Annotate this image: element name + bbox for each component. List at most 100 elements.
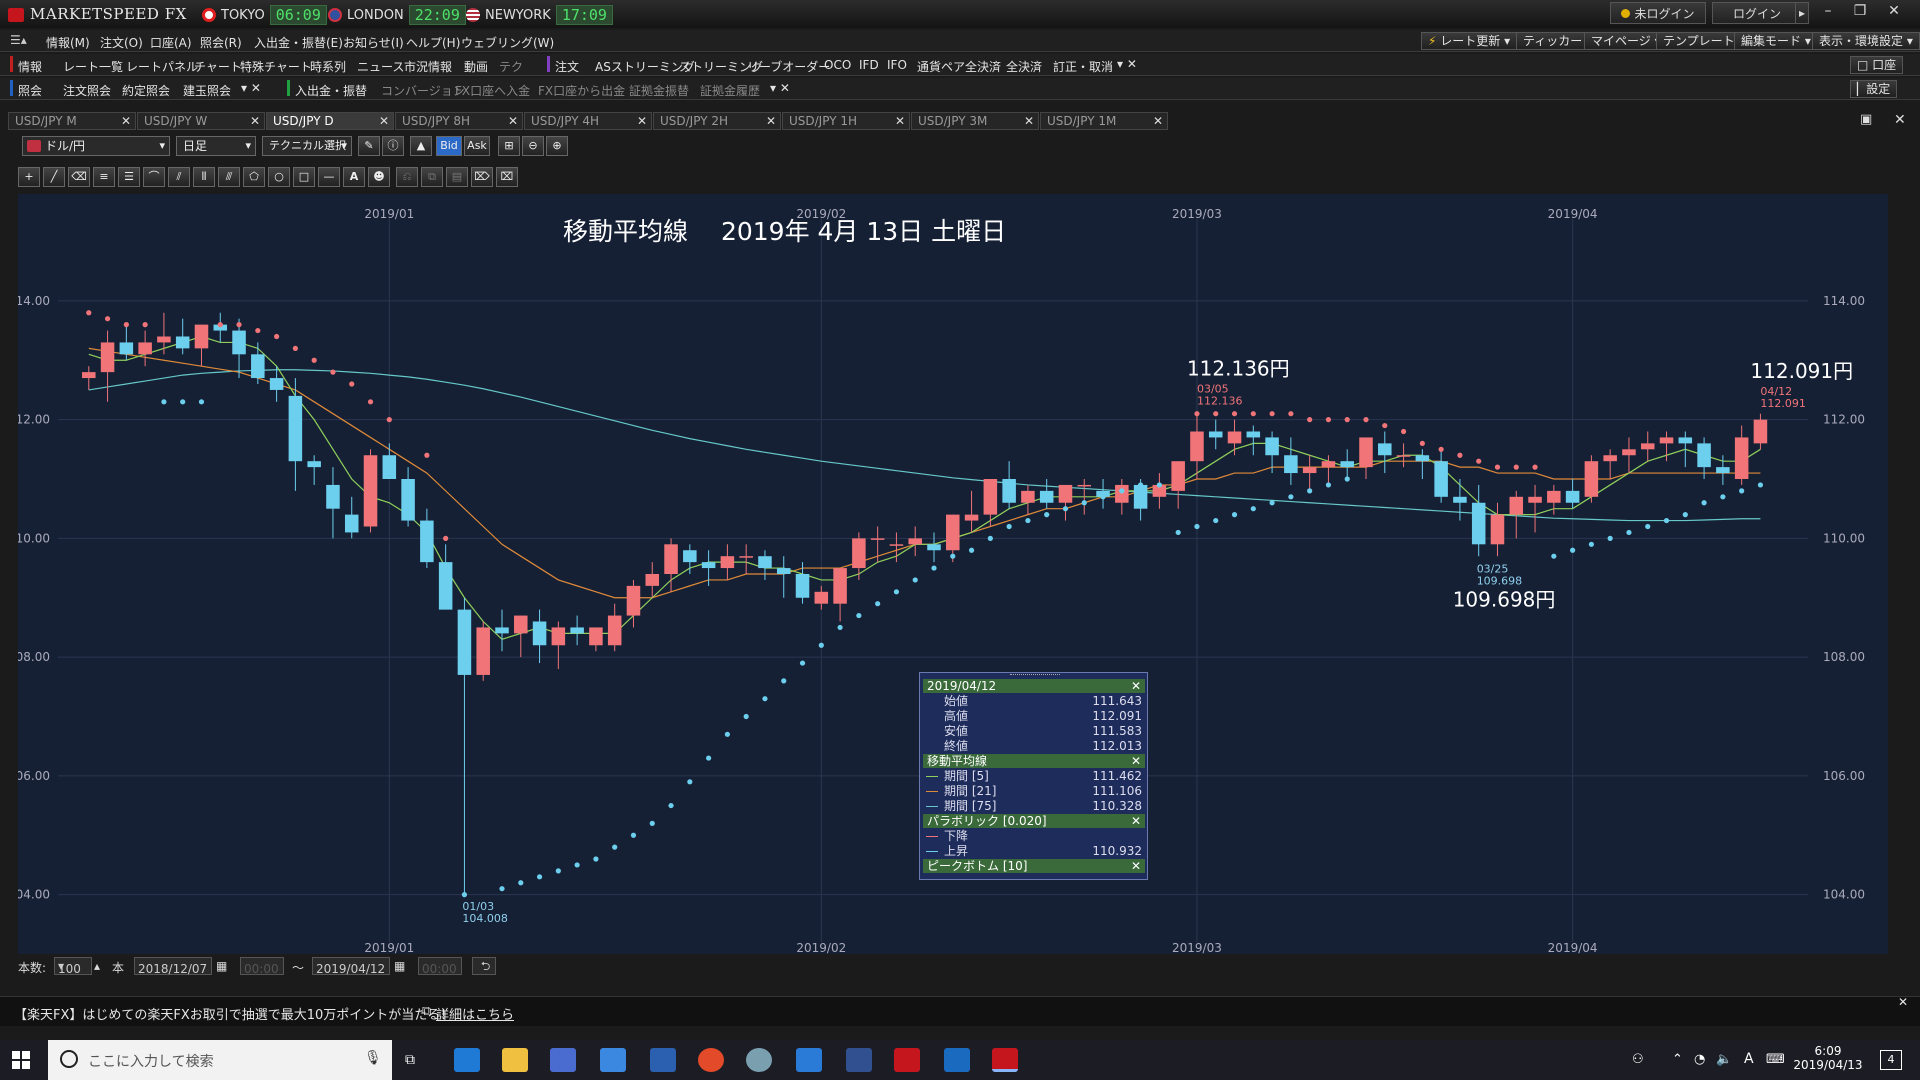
- tab-usdjpy-8h[interactable]: USD/JPY 8H ✕: [395, 112, 523, 130]
- toolbar-all-settle[interactable]: 全決済: [1006, 58, 1042, 75]
- to-date-input[interactable]: 2019/04/12: [312, 957, 390, 976]
- login-arrow-button[interactable]: ▸: [1795, 2, 1809, 24]
- toolbar-deposit-fx[interactable]: FX口座へ入金: [455, 82, 530, 99]
- login-button[interactable]: ログイン: [1712, 2, 1802, 24]
- menu-item-info[interactable]: 情報(M): [46, 34, 90, 51]
- close-icon[interactable]: ✕: [1131, 814, 1141, 828]
- tab-usdjpy-3m[interactable]: USD/JPY 3M ✕: [911, 112, 1039, 130]
- toolbar-timeseries[interactable]: 時系列: [310, 58, 346, 75]
- tray-up-icon[interactable]: ⌃: [1672, 1052, 1683, 1067]
- close-icon[interactable]: ✕: [895, 113, 905, 129]
- calculator-icon[interactable]: [550, 1048, 576, 1072]
- calendar-icon[interactable]: ▦: [216, 959, 227, 973]
- microphone-icon[interactable]: 🎙: [364, 1050, 382, 1066]
- marketspeed-icon[interactable]: [894, 1048, 920, 1072]
- restore-icon[interactable]: ❐: [1844, 0, 1876, 22]
- ask-button[interactable]: Ask: [464, 136, 490, 156]
- drag-handle[interactable]: [1010, 674, 1060, 677]
- toolbar-special-chart[interactable]: 特殊チャート: [240, 58, 312, 75]
- toolbar-oco[interactable]: OCO: [824, 58, 851, 72]
- ime-indicator[interactable]: A: [1744, 1051, 1754, 1067]
- menu-item-account[interactable]: 口座(A): [150, 34, 192, 51]
- calendar-icon[interactable]: ▦: [394, 959, 405, 973]
- return-icon[interactable]: ⮌: [472, 957, 496, 975]
- login-status-button[interactable]: 未ログイン: [1610, 2, 1706, 24]
- search-box[interactable]: ここに入力して検索 🎙: [48, 1040, 392, 1080]
- menu-item-deposit[interactable]: 入出金・振替(E): [254, 34, 343, 51]
- bid-button[interactable]: Bid: [436, 136, 462, 156]
- toolbar-margin-history[interactable]: 証拠金履歴: [700, 82, 760, 99]
- menu-item-order[interactable]: 注文(O): [100, 34, 143, 51]
- task-view-icon[interactable]: ⧉: [405, 1052, 415, 1068]
- toolbar-withdraw-fx[interactable]: FX口座から出金: [538, 82, 625, 99]
- clock[interactable]: 6:09 2019/04/13: [1790, 1044, 1866, 1072]
- tab-usdjpy-m[interactable]: USD/JPY M ✕: [8, 112, 136, 130]
- tab-usdjpy-2h[interactable]: USD/JPY 2H ✕: [653, 112, 781, 130]
- from-date-input[interactable]: 2018/12/07: [134, 957, 212, 976]
- tab-usdjpy-d[interactable]: USD/JPY D ✕: [266, 112, 394, 130]
- edit-mode-button[interactable]: 編集モード ▾: [1734, 32, 1818, 50]
- menu-collapse-icon[interactable]: ☰▴: [10, 33, 27, 47]
- delete-all-icon[interactable]: ⌧: [496, 167, 518, 187]
- toolbar-market-info[interactable]: 市況情報: [404, 58, 452, 75]
- marketspeed-active-icon[interactable]: [992, 1048, 1018, 1072]
- trendline-icon[interactable]: ╱: [43, 167, 65, 187]
- tab-usdjpy-w[interactable]: USD/JPY W ✕: [137, 112, 265, 130]
- close-icon[interactable]: ✕: [250, 113, 260, 129]
- tab-usdjpy-1m[interactable]: USD/JPY 1M ✕: [1040, 112, 1168, 130]
- settings-button[interactable]: ▏設定: [1850, 80, 1898, 98]
- technical-select[interactable]: テクニカル選択: [262, 136, 352, 156]
- toolbar-leave-order[interactable]: リーブオーダー: [747, 58, 830, 75]
- edge-icon[interactable]: [796, 1048, 822, 1072]
- menu-item-inquiry[interactable]: 照会(R): [200, 34, 242, 51]
- news-link[interactable]: 詳細はこちら: [436, 1004, 514, 1023]
- pen-icon[interactable]: ✎: [358, 136, 380, 156]
- delete-icon[interactable]: ⌦: [471, 167, 493, 187]
- fan-icon[interactable]: ⫽: [168, 167, 190, 187]
- close-chart-icon[interactable]: ✕: [1894, 112, 1906, 128]
- outlook-icon[interactable]: [944, 1048, 970, 1072]
- explorer-icon[interactable]: [502, 1048, 528, 1072]
- notification-icon[interactable]: 4: [1880, 1050, 1902, 1070]
- polygon-icon[interactable]: ⬠: [243, 167, 265, 187]
- toolbar-order-inquiry[interactable]: 注文照会: [63, 82, 111, 99]
- menu-item-webring[interactable]: ウェブリング(W): [461, 34, 554, 51]
- toolbar-margin-transfer[interactable]: 証拠金振替: [629, 82, 689, 99]
- minimize-icon[interactable]: –: [1812, 0, 1844, 22]
- toolbar-deposit-label[interactable]: 入出金・振替: [295, 82, 367, 99]
- hline-icon[interactable]: —: [318, 167, 340, 187]
- toolbar-info-label[interactable]: 情報: [18, 58, 42, 75]
- copy-icon[interactable]: ⧉: [421, 167, 443, 187]
- close-icon[interactable]: ✕: [508, 113, 518, 129]
- word-icon[interactable]: [650, 1048, 676, 1072]
- volume-icon[interactable]: 🔈: [1716, 1052, 1732, 1067]
- toolbar-modify-cancel[interactable]: 訂正・取消: [1053, 58, 1113, 75]
- menu-item-notice[interactable]: お知らせ(I): [343, 34, 404, 51]
- network-icon[interactable]: ◔: [1694, 1052, 1705, 1067]
- toolbar-conversion[interactable]: コンバージョン: [381, 82, 465, 99]
- toolbar-pair-settle[interactable]: 通貨ペア全決済: [917, 58, 1001, 75]
- paste-icon[interactable]: ▤: [446, 167, 468, 187]
- close-icon[interactable]: ✕: [1131, 859, 1141, 873]
- app-icon[interactable]: [600, 1048, 626, 1072]
- arc-icon[interactable]: ⌒: [143, 167, 165, 187]
- display-settings-button[interactable]: 表示・環境設定 ▾: [1812, 32, 1920, 50]
- zoom-out-icon[interactable]: ⊖: [522, 136, 544, 156]
- ie-icon[interactable]: [454, 1048, 480, 1072]
- rate-update-button[interactable]: ⚡ レート更新 ▾: [1421, 32, 1518, 50]
- vlines-icon[interactable]: ⦀: [193, 167, 215, 187]
- tab-usdjpy-4h[interactable]: USD/JPY 4H ✕: [524, 112, 652, 130]
- tab-usdjpy-1h[interactable]: USD/JPY 1H ✕: [782, 112, 910, 130]
- toolbar-exec-inquiry[interactable]: 約定照会: [122, 82, 170, 99]
- close-icon[interactable]: ✕: [379, 113, 389, 129]
- count-input[interactable]: 100 ▾: [54, 957, 92, 976]
- windows-start-icon[interactable]: [12, 1051, 30, 1069]
- icon-stamp-icon[interactable]: ☻: [368, 167, 390, 187]
- count-spin-icon[interactable]: ▴: [94, 959, 100, 973]
- close-icon[interactable]: ✕: [1131, 754, 1141, 768]
- toolbar-ifo[interactable]: IFO: [887, 58, 907, 72]
- toolbar-order-label[interactable]: 注文: [555, 58, 579, 75]
- toolbar-ifd[interactable]: IFD: [859, 58, 879, 72]
- toolbar-rate-panel[interactable]: レートパネル: [126, 58, 198, 75]
- account-button[interactable]: □ 口座: [1850, 56, 1904, 74]
